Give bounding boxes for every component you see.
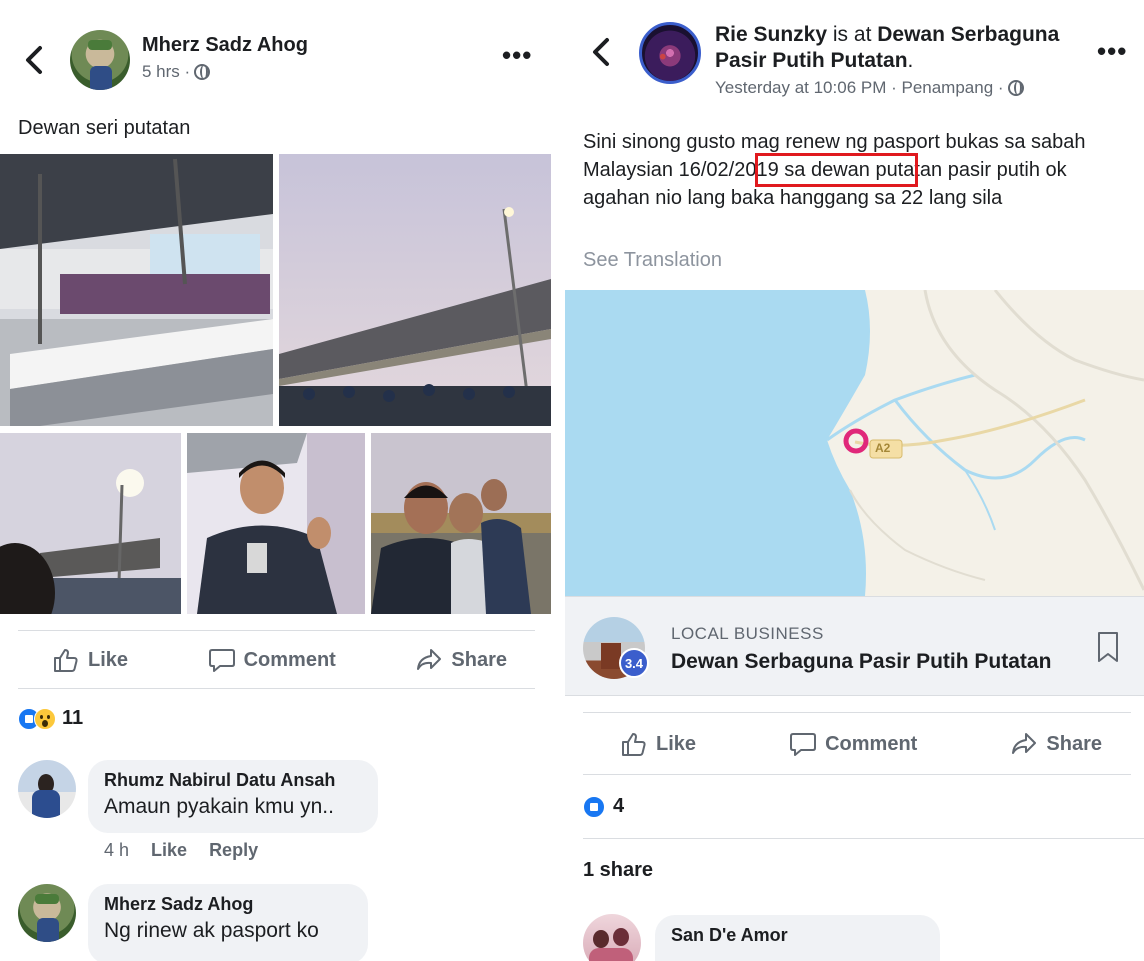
divider — [583, 712, 1131, 713]
location-map[interactable]: A2 — [565, 290, 1144, 596]
like-button[interactable]: Like — [620, 730, 696, 758]
place-rating-badge: 3.4 — [619, 648, 649, 678]
share-icon — [417, 649, 442, 670]
author-name[interactable]: Mherz Sadz Ahog — [142, 34, 308, 57]
share-count[interactable]: 1 share — [583, 859, 653, 882]
divider — [18, 688, 535, 689]
post-action-bar: Like Comment Share — [52, 642, 507, 678]
divider — [18, 630, 535, 631]
like-label: Like — [656, 732, 697, 755]
post-action-bar: Like Comment Share — [620, 726, 1102, 762]
right-post-panel: Rie Sunzky is at Dewan Serbaguna Pasir P… — [565, 0, 1144, 961]
back-chevron-icon[interactable] — [589, 36, 613, 68]
like-button[interactable]: Like — [52, 646, 128, 674]
wow-reaction-icon — [34, 707, 56, 730]
post-text: Dewan seri putatan — [18, 117, 191, 139]
comment-text: Ng rinew ak pasport ko — [104, 919, 319, 942]
share-label: Share — [451, 648, 507, 671]
comment-like-link[interactable]: Like — [151, 840, 187, 861]
more-options-icon[interactable]: ••• — [1097, 36, 1127, 67]
comment-reply-link[interactable]: Reply — [209, 840, 258, 861]
photo-2[interactable] — [279, 154, 551, 426]
comment-button[interactable]: Comment — [789, 730, 917, 758]
comment-label: Comment — [825, 732, 918, 755]
photo-5[interactable] — [371, 433, 551, 614]
share-button[interactable]: Share — [415, 646, 507, 674]
comment-bubble[interactable]: Rhumz Nabirul Datu Ansah Amaun pyakain k… — [88, 760, 378, 833]
comment-author[interactable]: Rhumz Nabirul Datu Ansah — [104, 770, 362, 791]
comment-author[interactable]: Mherz Sadz Ahog — [104, 894, 352, 915]
reaction-summary[interactable]: 11 — [18, 707, 83, 730]
comment-bubble[interactable]: Mherz Sadz Ahog Ng rinew ak pasport ko — [88, 884, 368, 961]
photo-1[interactable] — [0, 154, 273, 426]
comment-time: 4 h — [104, 840, 130, 860]
reaction-count: 4 — [613, 795, 625, 817]
thumbs-up-icon — [54, 649, 78, 672]
divider — [583, 838, 1144, 839]
comment-text: Amaun pyakain kmu yn.. — [104, 795, 334, 818]
post-header-title: Rie Sunzky is at Dewan Serbaguna Pasir P… — [715, 23, 1060, 72]
thumbs-up-icon — [622, 733, 646, 756]
share-button[interactable]: Share — [1010, 730, 1102, 758]
reaction-count: 11 — [62, 707, 84, 729]
back-chevron-icon[interactable] — [22, 44, 46, 76]
comment-label: Comment — [243, 648, 336, 671]
like-reaction-icon — [583, 795, 605, 818]
commenter-avatar[interactable] — [18, 760, 76, 818]
comment-icon — [790, 733, 817, 756]
photo-4[interactable] — [187, 433, 365, 614]
date-highlight-box — [755, 153, 918, 187]
globe-icon — [194, 64, 211, 80]
more-options-icon[interactable]: ••• — [502, 40, 532, 71]
author-avatar[interactable] — [70, 30, 130, 90]
left-post-panel: Mherz Sadz Ahog 5 hrs · ••• Dewan seri p… — [0, 0, 553, 961]
comment-meta: 4 h Like Reply — [104, 840, 258, 861]
map-road-label: A2 — [875, 441, 891, 455]
reaction-summary[interactable]: 4 — [583, 795, 624, 818]
photo-3[interactable] — [0, 433, 181, 614]
see-translation-link[interactable]: See Translation — [583, 249, 722, 272]
bookmark-icon[interactable] — [1097, 631, 1119, 668]
divider — [583, 774, 1131, 775]
is-at-text: is at — [832, 23, 872, 46]
commenter-avatar[interactable] — [18, 884, 76, 942]
author-name[interactable]: Rie Sunzky — [715, 23, 827, 46]
comment-button[interactable]: Comment — [208, 646, 336, 674]
like-label: Like — [88, 648, 129, 671]
comment-icon — [208, 649, 235, 672]
share-icon — [1012, 733, 1037, 754]
share-label: Share — [1046, 732, 1102, 755]
post-time: Yesterday at 10:06 PM · Penampang · — [715, 78, 1004, 97]
place-name[interactable]: Dewan Serbaguna Pasir Putih Putatan — [671, 650, 1051, 674]
place-category: LOCAL BUSINESS — [671, 624, 824, 643]
author-avatar[interactable] — [639, 22, 701, 84]
globe-icon — [1007, 80, 1024, 96]
place-card[interactable]: 3.4 LOCAL BUSINESS Dewan Serbaguna Pasir… — [565, 596, 1144, 696]
post-time: 5 hrs · — [142, 62, 191, 81]
comment-author[interactable]: San D'e Amor — [671, 925, 924, 946]
commenter-avatar[interactable] — [583, 914, 641, 961]
panel-divider — [553, 0, 565, 961]
comment-bubble[interactable]: San D'e Amor — [655, 915, 940, 961]
post-meta: Yesterday at 10:06 PM · Penampang · — [715, 78, 1024, 98]
post-meta: 5 hrs · — [142, 62, 211, 82]
